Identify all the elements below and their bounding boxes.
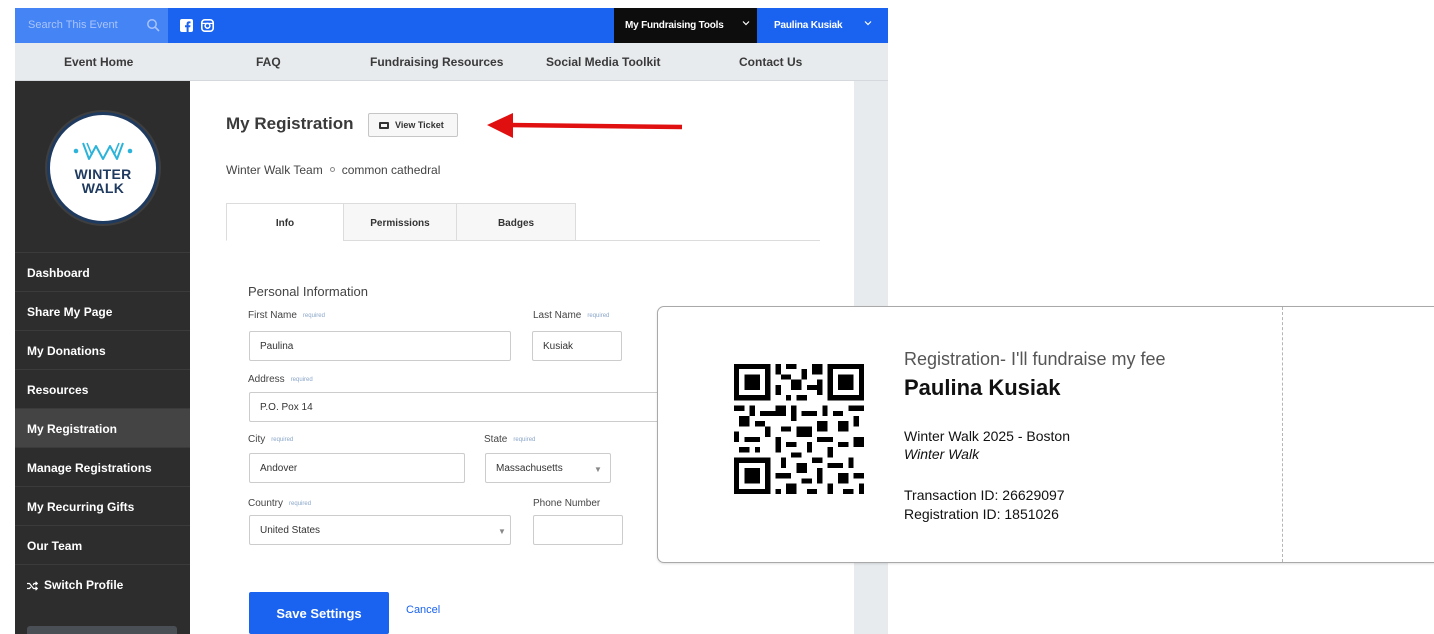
required-tag: required — [513, 437, 536, 443]
user-name-label: Paulina Kusiak — [774, 20, 843, 31]
ticket-organization: Winter Walk — [904, 446, 980, 462]
sidebar-bottom-panel — [27, 626, 177, 634]
view-ticket-label: View Ticket — [395, 120, 444, 130]
logo-text-line2: WALK — [81, 180, 125, 196]
city-label: City required — [248, 434, 294, 445]
ticket-event-name: Winter Walk 2025 - Boston — [904, 428, 1070, 444]
save-settings-button[interactable]: Save Settings — [249, 592, 389, 634]
sidebar: WINTER WALK Dashboard Share My Page My D… — [15, 81, 190, 634]
sidebar-item-label: My Donations — [27, 344, 106, 358]
sidebar-item-label: Our Team — [27, 539, 83, 553]
search-input[interactable]: Search This Event — [15, 8, 168, 43]
last-name-field[interactable]: Kusiak — [532, 331, 622, 361]
sidebar-item-switch-profile[interactable]: Switch Profile — [15, 564, 190, 603]
address-field[interactable]: P.O. Pox 14 — [249, 392, 669, 422]
nav-social-media-toolkit[interactable]: Social Media Toolkit — [546, 55, 660, 69]
tab-label: Permissions — [370, 218, 430, 229]
event-nav: Event Home FAQ Fundraising Resources Soc… — [15, 43, 888, 81]
winter-walk-mark-icon — [73, 142, 133, 160]
required-tag: required — [290, 377, 313, 383]
facebook-icon[interactable] — [180, 19, 193, 32]
chevron-down-icon: ▼ — [498, 527, 506, 536]
team-info: Winter Walk Team common cathedral — [226, 163, 440, 177]
sidebar-item-dashboard[interactable]: Dashboard — [15, 252, 190, 291]
sidebar-item-label: Switch Profile — [44, 578, 124, 592]
sidebar-item-label: Resources — [27, 383, 89, 397]
tab-info[interactable]: Info — [226, 203, 344, 241]
top-bar: Search This Event My Fundraising Tools P… — [15, 8, 888, 43]
sidebar-item-resources[interactable]: Resources — [15, 369, 190, 408]
ticket-perforation — [1282, 307, 1283, 562]
tab-label: Info — [275, 218, 295, 229]
country-select[interactable]: United States ▼ — [249, 515, 511, 545]
required-tag: required — [271, 437, 294, 443]
view-ticket-button[interactable]: View Ticket — [368, 113, 458, 137]
ticket-participant-name: Paulina Kusiak — [904, 375, 1061, 400]
chevron-down-icon — [742, 21, 750, 26]
ticket-transaction-id: Transaction ID: 26629097 — [904, 487, 1065, 503]
search-icon[interactable] — [146, 18, 160, 32]
ticket-registration-type: Registration- I'll fundraise my fee — [904, 349, 1166, 369]
last-name-label: Last Name required — [533, 310, 610, 321]
separator-dot — [329, 167, 335, 172]
ticket-registration-id: Registration ID: 1851026 — [904, 506, 1059, 522]
nav-contact-us[interactable]: Contact Us — [739, 55, 802, 69]
country-label: Country required — [248, 498, 312, 509]
required-tag: required — [302, 313, 325, 319]
tab-badges[interactable]: Badges — [456, 203, 576, 241]
required-tag: required — [587, 313, 610, 319]
section-title: Personal Information — [248, 284, 368, 299]
first-name-label: First Name required — [248, 310, 325, 321]
phone-field[interactable] — [533, 515, 623, 545]
sidebar-item-my-donations[interactable]: My Donations — [15, 330, 190, 369]
ticket-icon — [379, 122, 389, 129]
qr-code — [734, 364, 864, 494]
shuffle-icon — [27, 581, 38, 591]
nav-fundraising-resources[interactable]: Fundraising Resources — [370, 55, 503, 69]
chevron-down-icon: ▼ — [594, 465, 602, 474]
cancel-link[interactable]: Cancel — [406, 604, 440, 616]
search-placeholder: Search This Event — [28, 19, 118, 31]
chevron-down-icon — [864, 21, 872, 26]
tab-permissions[interactable]: Permissions — [343, 203, 457, 241]
sidebar-item-manage-registrations[interactable]: Manage Registrations — [15, 447, 190, 486]
sidebar-item-our-team[interactable]: Our Team — [15, 525, 190, 564]
tab-label: Badges — [497, 218, 535, 229]
first-name-field[interactable]: Paulina — [249, 331, 511, 361]
sidebar-item-label: Share My Page — [27, 305, 113, 319]
sidebar-item-label: My Registration — [27, 422, 118, 436]
country-value: United States — [260, 525, 321, 536]
registration-ticket: Registration- I'll fundraise my fee Paul… — [657, 306, 1434, 563]
winter-walk-logo: WINTER WALK — [47, 112, 159, 224]
instagram-icon[interactable] — [201, 19, 214, 32]
fundraising-tools-label: My Fundraising Tools — [625, 20, 724, 31]
phone-label: Phone Number — [533, 498, 601, 509]
city-field[interactable]: Andover — [249, 453, 465, 483]
state-label: State required — [484, 434, 536, 445]
user-menu-dropdown[interactable]: Paulina Kusiak — [757, 8, 888, 43]
fundraising-tools-dropdown[interactable]: My Fundraising Tools — [614, 8, 757, 43]
team-name[interactable]: Winter Walk Team — [226, 163, 323, 177]
sidebar-item-label: My Recurring Gifts — [27, 500, 135, 514]
sidebar-item-label: Manage Registrations — [27, 461, 152, 475]
page-title: My Registration — [226, 114, 354, 133]
address-label: Address required — [248, 374, 313, 385]
logo-text-line1: WINTER — [74, 166, 132, 182]
sidebar-item-my-registration[interactable]: My Registration — [15, 408, 190, 447]
state-select[interactable]: Massachusetts ▼ — [485, 453, 611, 483]
team-location[interactable]: common cathedral — [342, 163, 441, 177]
required-tag: required — [289, 501, 312, 507]
nav-faq[interactable]: FAQ — [256, 55, 281, 69]
sidebar-item-label: Dashboard — [27, 266, 90, 280]
state-value: Massachusetts — [496, 463, 563, 474]
red-arrow-annotation — [487, 113, 683, 138]
sidebar-item-share-my-page[interactable]: Share My Page — [15, 291, 190, 330]
sidebar-item-my-recurring-gifts[interactable]: My Recurring Gifts — [15, 486, 190, 525]
nav-event-home[interactable]: Event Home — [64, 55, 133, 69]
